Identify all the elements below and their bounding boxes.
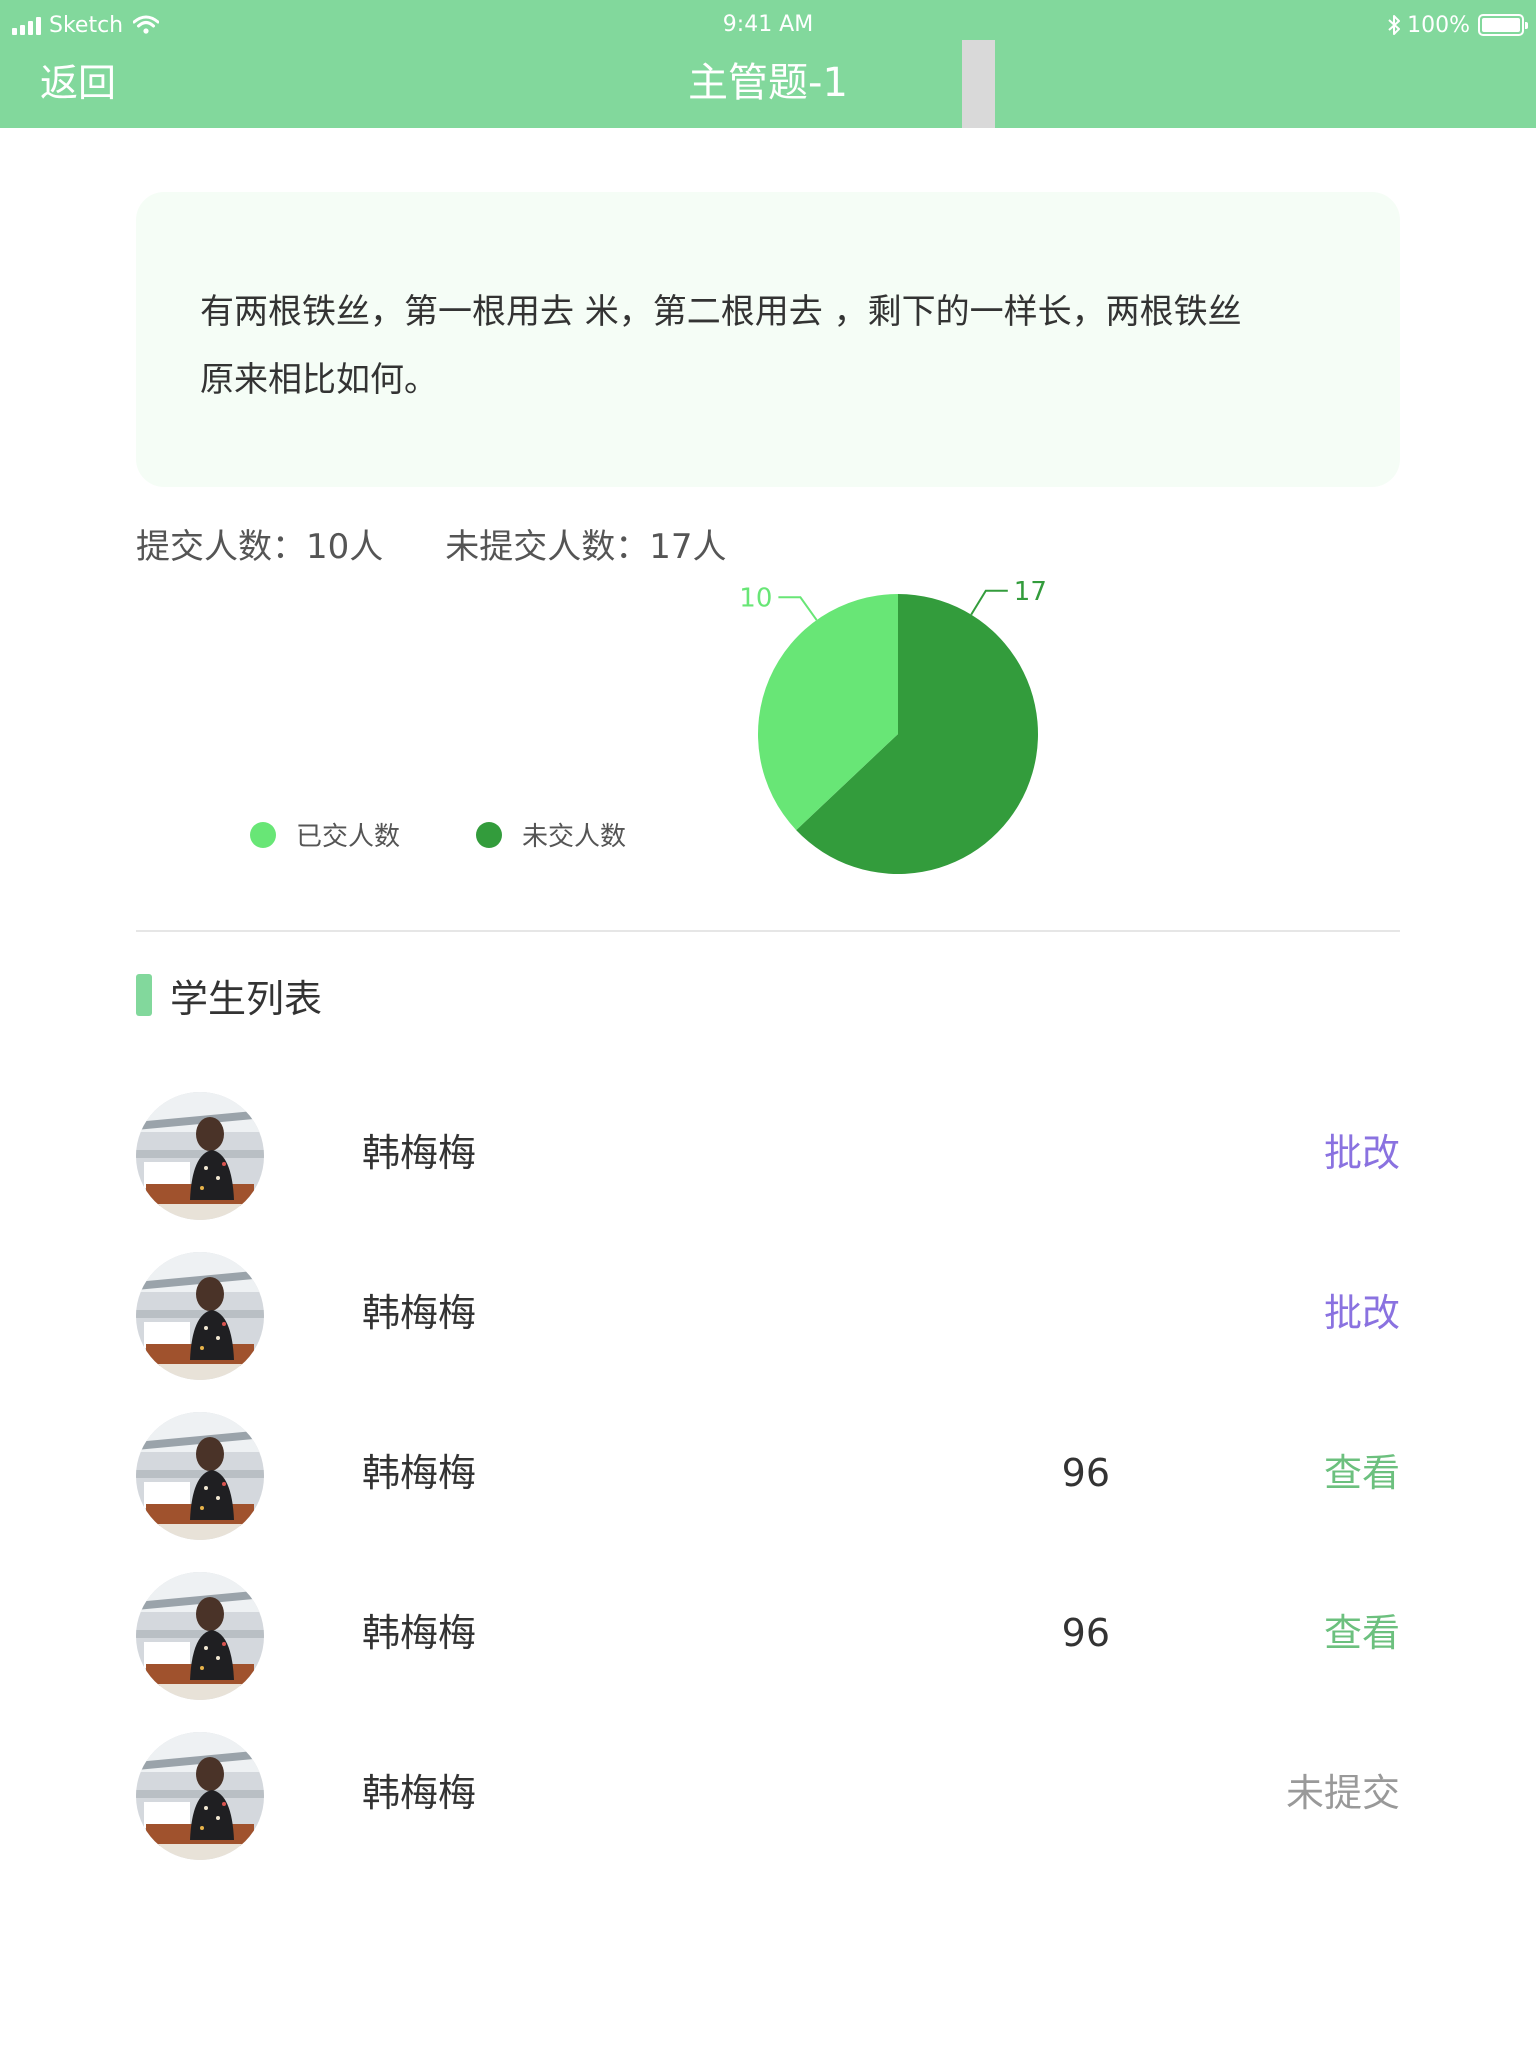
student-score: 96: [1061, 1451, 1110, 1495]
section-accent-bar: [136, 974, 152, 1016]
student-row: 韩梅梅 96 查看: [136, 1570, 1400, 1730]
legend-dot-submitted: [250, 821, 276, 848]
review-button[interactable]: 批改: [1324, 1128, 1400, 1178]
student-name: 韩梅梅: [362, 1771, 477, 1815]
unsubmitted-count: 未提交人数：17人: [445, 527, 727, 567]
page-title: 主管题-1: [688, 60, 848, 106]
view-button[interactable]: 查看: [1324, 1608, 1400, 1658]
avatar[interactable]: [136, 1252, 264, 1380]
student-name: 韩梅梅: [362, 1291, 477, 1335]
avatar[interactable]: [136, 1732, 264, 1860]
bluetooth-icon: [1388, 15, 1401, 35]
avatar-photo-icon: [136, 1252, 264, 1380]
submission-stats: 提交人数：10人 未提交人数：17人: [136, 522, 727, 572]
student-row: 韩梅梅 批改: [136, 1090, 1400, 1250]
question-card: 有两根铁丝，第一根用去 米，第二根用去 ，剩下的一样长，两根铁丝 原来相比如何。: [136, 192, 1400, 487]
student-list: 韩梅梅 批改 韩梅梅 批改 韩梅梅 96 查看 韩梅梅 96 查看 韩梅梅 未提…: [136, 1090, 1400, 1890]
avatar-photo-icon: [136, 1572, 264, 1700]
question-text: 有两根铁丝，第一根用去 米，第二根用去 ，剩下的一样长，两根铁丝 原来相比如何。: [200, 278, 1340, 414]
avatar[interactable]: [136, 1412, 264, 1540]
avatar[interactable]: [136, 1572, 264, 1700]
student-row: 韩梅梅 未提交: [136, 1730, 1400, 1890]
view-button[interactable]: 查看: [1324, 1448, 1400, 1498]
data-label-unsubmitted: 17: [1014, 580, 1047, 607]
avatar-photo-icon: [136, 1092, 264, 1220]
review-button[interactable]: 批改: [1324, 1288, 1400, 1338]
student-score: 96: [1061, 1611, 1110, 1655]
legend-dot-unsubmitted: [476, 821, 502, 848]
question-line-1: 有两根铁丝，第一根用去 米，第二根用去 ，剩下的一样长，两根铁丝: [200, 292, 1242, 332]
student-name: 韩梅梅: [362, 1611, 477, 1655]
section-title: 学生列表: [170, 976, 323, 1021]
data-label-submitted: 10: [739, 583, 772, 613]
legend-item-submitted: 已交人数: [250, 816, 400, 853]
avatar-photo-icon: [136, 1412, 264, 1540]
divider: [136, 930, 1400, 932]
student-row: 韩梅梅 96 查看: [136, 1410, 1400, 1570]
leader-line-submitted: [778, 596, 818, 621]
status-time: 9:41 AM: [722, 12, 814, 37]
battery-percent: 100%: [1407, 12, 1470, 38]
legend-item-unsubmitted: 未交人数: [476, 816, 626, 853]
legend-label-submitted: 已交人数: [296, 822, 401, 852]
pie-chart: 1710: [739, 580, 1047, 874]
nav-header: Sketch 9:41 AM 100% 返回 主管题-1: [0, 0, 1536, 128]
avatar-photo-icon: [136, 1732, 264, 1860]
status-bar-right: 100%: [1387, 10, 1528, 40]
question-line-2: 原来相比如何。: [200, 360, 438, 400]
student-row: 韩梅梅 批改: [136, 1250, 1400, 1410]
battery-icon: [1478, 14, 1528, 36]
student-name: 韩梅梅: [362, 1131, 477, 1175]
submitted-count: 提交人数：10人: [136, 527, 384, 567]
scroll-handle[interactable]: [962, 40, 995, 128]
avatar[interactable]: [136, 1092, 264, 1220]
student-name: 韩梅梅: [362, 1451, 477, 1495]
section-header: 学生列表: [136, 970, 323, 1021]
leader-line-unsubmitted: [970, 589, 1008, 616]
legend-label-unsubmitted: 未交人数: [522, 822, 627, 852]
not-submitted-status: 未提交: [1285, 1771, 1400, 1815]
